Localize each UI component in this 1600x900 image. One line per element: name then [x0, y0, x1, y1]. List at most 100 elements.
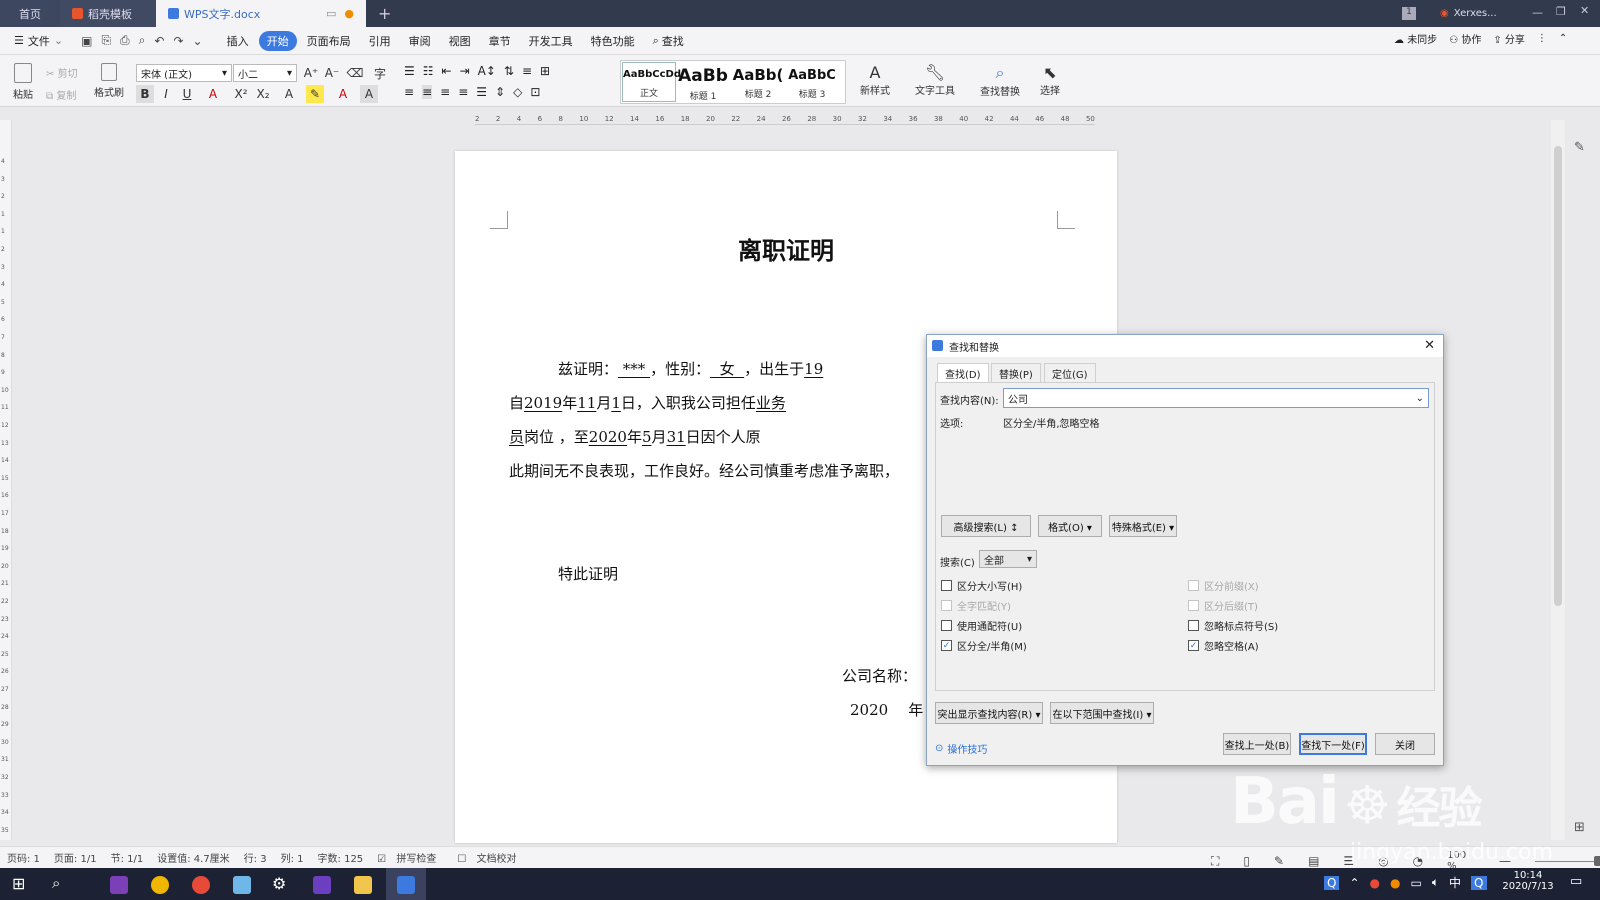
- tab-insert[interactable]: 插入: [219, 31, 257, 51]
- font-color-icon[interactable]: A: [334, 85, 352, 103]
- volume-icon[interactable]: 🔈︎: [1432, 875, 1439, 890]
- tray-app-icon[interactable]: ●: [1370, 876, 1380, 890]
- find-in-range-button[interactable]: 在以下范围中查找(I) ▾: [1050, 702, 1154, 724]
- search-command[interactable]: ⌕ 查找: [645, 31, 692, 51]
- eraser-icon[interactable]: ⌫: [346, 64, 364, 82]
- close-button[interactable]: 关闭: [1375, 733, 1435, 755]
- collab-button[interactable]: ⚇ 协作: [1449, 31, 1481, 46]
- match-suffix-checkbox[interactable]: 区分后缀(T): [1188, 598, 1258, 613]
- match-case-checkbox[interactable]: 区分大小写(H): [941, 578, 1022, 593]
- dialog-titlebar[interactable]: 查找和替换 ✕: [927, 335, 1443, 357]
- char-shading-icon[interactable]: A: [360, 85, 378, 103]
- sort-icon[interactable]: ⇅: [504, 64, 514, 78]
- status-words[interactable]: 字数: 125: [318, 850, 364, 865]
- special-format-button[interactable]: 特殊格式(E) ▾: [1109, 515, 1177, 537]
- monitor-icon[interactable]: ▭: [326, 7, 336, 20]
- chrome-alt-icon[interactable]: [192, 876, 210, 894]
- tab-view[interactable]: 视图: [441, 31, 479, 51]
- redo-icon[interactable]: ↷: [173, 34, 183, 48]
- grow-font-icon[interactable]: A⁺: [302, 64, 320, 82]
- vertical-ruler[interactable]: 4 3 2 1 1 2 3 4 5 6 7 8 9 10 11 12 13 14 15 16 17 18 19 20 21 22 2…: [0, 120, 12, 840]
- pen-icon[interactable]: ✎: [1574, 140, 1585, 155]
- format-button[interactable]: 格式(O) ▾: [1038, 515, 1102, 537]
- ime-indicator[interactable]: 中: [1449, 874, 1461, 891]
- tray-fire-icon[interactable]: ●: [1390, 876, 1400, 890]
- style-heading-2[interactable]: AaBb(标题 2: [731, 62, 785, 102]
- ignore-space-checkbox[interactable]: ✓ 忽略空格(A): [1188, 638, 1259, 653]
- paste-button[interactable]: 粘贴: [10, 63, 36, 101]
- strikethrough-icon[interactable]: A: [204, 85, 222, 103]
- text-tools-button[interactable]: 🔧︎ 文字工具: [912, 63, 958, 97]
- wps-taskbar-button[interactable]: [386, 868, 426, 900]
- qq-tray-icon[interactable]: Q: [1324, 875, 1340, 890]
- outdent-icon[interactable]: ⇤: [442, 64, 452, 78]
- highlight-results-button[interactable]: 突出显示查找内容(R) ▾: [935, 702, 1043, 724]
- find-next-button[interactable]: 查找下一处(F): [1299, 733, 1367, 755]
- chrome-icon[interactable]: [151, 876, 169, 894]
- border-icon[interactable]: ⊡: [530, 85, 540, 99]
- text-effect-icon[interactable]: A: [280, 85, 298, 103]
- match-width-checkbox[interactable]: ✓ 区分全/半角(M): [941, 638, 1027, 653]
- fullscreen-icon[interactable]: ⛶: [1211, 854, 1219, 869]
- print-preview-icon[interactable]: ⌕: [139, 33, 146, 48]
- bold-icon[interactable]: B: [136, 85, 154, 103]
- network-icon[interactable]: ▭: [1410, 876, 1421, 890]
- style-heading-3[interactable]: AaBbC 标题 3: [785, 62, 839, 102]
- find-input[interactable]: 公司 ⌄: [1003, 388, 1429, 408]
- taskbar-search-icon[interactable]: ⌕: [52, 874, 60, 892]
- file-explorer-icon[interactable]: [354, 876, 372, 894]
- shrink-font-icon[interactable]: A⁻: [323, 64, 341, 82]
- line-tools-icon[interactable]: ≡: [522, 64, 532, 78]
- italic-icon[interactable]: I: [157, 85, 175, 103]
- copy-button[interactable]: ⧉ 复制: [46, 87, 76, 102]
- save-as-icon[interactable]: ⎘: [101, 33, 111, 48]
- save-icon[interactable]: ▣: [81, 34, 92, 48]
- search-direction-select[interactable]: 全部 ▾: [979, 550, 1037, 568]
- media-player-icon[interactable]: [313, 876, 331, 894]
- clock[interactable]: 10:14 2020/7/13: [1498, 870, 1558, 892]
- tab-developer[interactable]: 开发工具: [521, 31, 581, 51]
- edit-view-icon[interactable]: ✎: [1274, 854, 1284, 868]
- shading-icon[interactable]: ◇: [513, 85, 522, 99]
- align-right-icon[interactable]: ≡: [440, 85, 450, 99]
- justify-icon[interactable]: ≡: [458, 85, 468, 99]
- settings-gear-icon[interactable]: ⚙: [272, 874, 286, 893]
- table-grid-icon[interactable]: ⊞: [540, 64, 550, 78]
- restore-icon[interactable]: ❐: [1556, 5, 1566, 18]
- advanced-search-button[interactable]: 高级搜索(L) ↕: [941, 515, 1031, 537]
- horizontal-ruler[interactable]: 2 2 4 6 8 10 12 14 16 18 20 22 24 26 28 30 32 34 36 38 40 42 4…: [475, 113, 1095, 125]
- tab-features[interactable]: 特色功能: [583, 31, 643, 51]
- subscript-icon[interactable]: X₂: [254, 85, 272, 103]
- highlight-icon[interactable]: ✎: [306, 85, 324, 103]
- tips-link[interactable]: ⊙ 操作技巧: [935, 741, 987, 756]
- notepad-icon[interactable]: [233, 876, 251, 894]
- tab-shell-template[interactable]: 稻壳模板: [60, 0, 156, 27]
- file-menu[interactable]: ☰ 文件 ⌄: [6, 31, 71, 51]
- wildcard-checkbox[interactable]: 使用通配符(U): [941, 618, 1022, 633]
- cut-button[interactable]: ✂ 剪切: [46, 65, 78, 80]
- dialog-close-icon[interactable]: ✕: [1424, 338, 1435, 353]
- bullet-list-icon[interactable]: ☰: [404, 64, 415, 78]
- vertical-scrollbar[interactable]: [1551, 120, 1565, 840]
- ignore-punct-checkbox[interactable]: 忽略标点符号(S): [1188, 618, 1278, 633]
- find-replace-button[interactable]: ⌕ 查找替换: [976, 63, 1024, 98]
- grid-view-icon[interactable]: ⊞: [1574, 820, 1585, 835]
- font-name-select[interactable]: 宋体 (正文) ▾: [136, 64, 232, 82]
- qq-tray-icon-2[interactable]: Q: [1471, 875, 1487, 890]
- tray-chevron-icon[interactable]: ⌃: [1349, 876, 1359, 890]
- page-view-icon[interactable]: ▯: [1243, 854, 1250, 868]
- align-left-icon[interactable]: ≡: [404, 85, 414, 99]
- match-prefix-checkbox[interactable]: 区分前缀(X): [1188, 578, 1259, 593]
- new-tab-button[interactable]: +: [366, 0, 403, 27]
- select-button[interactable]: ⬉ 选择: [1034, 63, 1066, 97]
- tab-home[interactable]: 首页: [0, 0, 60, 27]
- indent-icon[interactable]: ⇥: [460, 64, 470, 78]
- tab-replace[interactable]: 替换(P): [991, 363, 1041, 383]
- text-direction-icon[interactable]: A↕: [478, 64, 496, 78]
- tab-find[interactable]: 查找(D): [937, 363, 989, 383]
- chevron-down-icon[interactable]: ⌄: [1416, 393, 1424, 404]
- user-account[interactable]: ◉ Xerxes...: [1440, 0, 1497, 27]
- proofread-button[interactable]: ☐ 文档校对: [457, 850, 523, 865]
- font-size-select[interactable]: 小二 ▾: [233, 64, 297, 82]
- collapse-ribbon-icon[interactable]: ⌃: [1559, 33, 1567, 44]
